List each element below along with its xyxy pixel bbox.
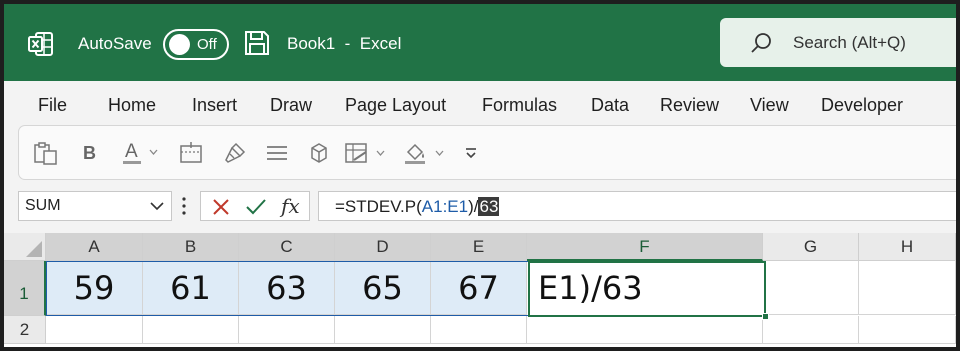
column-header-a[interactable]: A [46, 233, 143, 261]
document-title: Book1 - Excel [287, 34, 401, 54]
cell-c1[interactable]: 63 [239, 261, 335, 315]
formula-buttons: fx [200, 191, 310, 221]
column-header-h[interactable]: H [859, 233, 956, 261]
chevron-down-icon [149, 149, 158, 155]
cell-b2[interactable] [143, 316, 239, 344]
cell-a2[interactable] [46, 316, 143, 344]
name-box-value: SUM [25, 197, 61, 214]
tab-file[interactable]: File [38, 95, 67, 116]
cell-a1[interactable]: 59 [46, 261, 143, 315]
more-options-icon[interactable] [463, 140, 479, 166]
select-all-corner[interactable] [4, 233, 46, 261]
format-painter-icon[interactable] [222, 140, 248, 166]
cell-h1[interactable] [859, 261, 956, 315]
ribbon-toolbar: B A [18, 125, 956, 180]
formula-prefix: =STDEV.P( [335, 197, 422, 216]
spreadsheet-grid: A B C D E F G H 1 2 59 61 63 65 67 E1)/6… [4, 233, 956, 347]
name-box[interactable]: SUM [18, 191, 172, 221]
cell-h2[interactable] [859, 316, 956, 344]
borders-icon[interactable] [179, 140, 205, 166]
conditional-format-button[interactable] [344, 140, 386, 166]
tab-data[interactable]: Data [591, 95, 629, 116]
autosave-toggle[interactable]: Off [163, 29, 229, 60]
chevron-down-icon [376, 150, 385, 156]
formula-input[interactable]: =STDEV.P(A1:E1)/63 [318, 191, 956, 221]
title-bar: AutoSave Off Book1 - Excel Search (Alt+Q… [4, 4, 956, 81]
column-header-f[interactable]: F [527, 233, 763, 261]
tab-formulas[interactable]: Formulas [482, 95, 557, 116]
align-icon[interactable] [264, 140, 290, 166]
toggle-knob [169, 34, 190, 55]
search-placeholder: Search (Alt+Q) [793, 33, 906, 52]
column-header-b[interactable]: B [143, 233, 239, 261]
active-edit-cell-f1[interactable]: E1)/63 [528, 261, 766, 317]
formula-text: =STDEV.P(A1:E1)/63 [335, 197, 500, 217]
cell-f2[interactable] [527, 316, 763, 344]
paste-icon[interactable] [33, 140, 59, 166]
font-color-button[interactable]: A [122, 140, 162, 166]
title-separator: - [344, 34, 351, 53]
cell-e1[interactable]: 67 [431, 261, 527, 315]
merge-icon[interactable] [306, 140, 332, 166]
tab-home[interactable]: Home [108, 95, 156, 116]
tab-developer[interactable]: Developer [821, 95, 903, 116]
tab-review[interactable]: Review [660, 95, 719, 116]
tab-insert[interactable]: Insert [192, 95, 237, 116]
cell-g2[interactable] [763, 316, 859, 344]
column-header-d[interactable]: D [335, 233, 431, 261]
search-icon [751, 33, 771, 53]
tab-draw[interactable]: Draw [270, 95, 312, 116]
formula-selected-text: 63 [478, 197, 500, 216]
search-box[interactable]: Search (Alt+Q) [720, 18, 956, 67]
select-all-triangle [26, 241, 42, 257]
cancel-icon[interactable] [211, 197, 231, 217]
formula-range-ref: A1:E1 [421, 197, 469, 216]
insert-function-icon[interactable]: fx [281, 194, 300, 218]
save-icon[interactable] [244, 30, 270, 56]
column-header-g[interactable]: G [763, 233, 859, 261]
enter-check-icon[interactable] [245, 197, 267, 217]
tab-page-layout[interactable]: Page Layout [345, 95, 446, 116]
cell-e2[interactable] [431, 316, 527, 344]
cell-g1[interactable] [763, 261, 859, 315]
bold-button[interactable]: B [83, 143, 96, 169]
menu-bar: File Home Insert Draw Page Layout Formul… [4, 81, 956, 125]
app-name: Excel [359, 34, 402, 53]
vertical-dots-icon[interactable] [181, 196, 187, 216]
cell-c2[interactable] [239, 316, 335, 344]
row-header-2[interactable]: 2 [4, 316, 46, 344]
autosave-label: AutoSave [78, 34, 152, 53]
font-color-icon: A [125, 141, 138, 162]
column-header-e[interactable]: E [431, 233, 527, 261]
formula-suffix: )/ [468, 197, 479, 216]
font-color-bar [123, 161, 141, 164]
formula-bar: SUM fx =STDEV.P(A1:E1)/63 [4, 188, 956, 224]
cell-d2[interactable] [335, 316, 431, 344]
fill-handle[interactable] [762, 313, 769, 320]
column-header-c[interactable]: C [239, 233, 335, 261]
excel-window: AutoSave Off Book1 - Excel Search (Alt+Q… [4, 4, 956, 347]
chevron-down-icon [435, 150, 444, 156]
tab-view[interactable]: View [750, 95, 789, 116]
conditional-format-icon [345, 143, 367, 163]
cell-d1[interactable]: 65 [335, 261, 431, 315]
row-header-1[interactable]: 1 [4, 261, 46, 316]
chevron-down-icon[interactable] [149, 198, 165, 214]
cell-b1[interactable]: 61 [143, 261, 239, 315]
fill-color-button[interactable] [403, 140, 445, 166]
autosave-state: Off [197, 36, 217, 53]
doc-name: Book1 [287, 34, 336, 53]
excel-logo-icon[interactable] [28, 31, 54, 57]
fill-color-icon [405, 143, 425, 164]
